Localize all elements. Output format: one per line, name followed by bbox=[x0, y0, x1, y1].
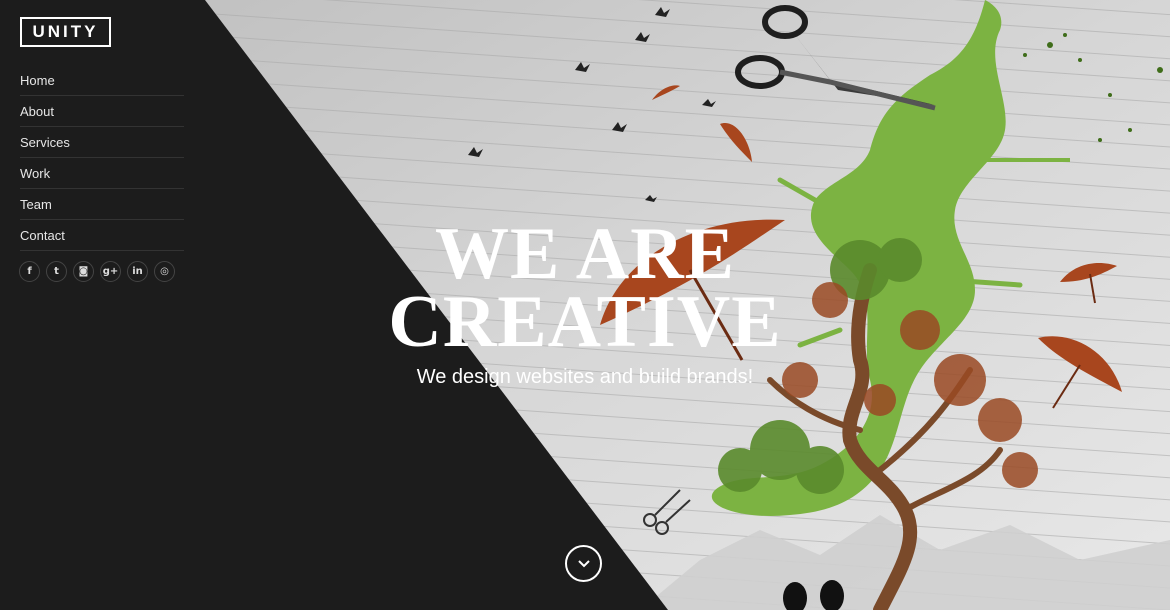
dribbble-icon[interactable]: ◎ bbox=[154, 261, 175, 282]
site-logo[interactable]: UNITY bbox=[20, 17, 111, 47]
nav-link-about[interactable]: About bbox=[20, 104, 54, 119]
hero-title: WE ARE CREATIVE bbox=[360, 213, 810, 363]
nav-link-work[interactable]: Work bbox=[20, 166, 50, 181]
hero-section: UNITY Home About Services Work Team Cont… bbox=[0, 0, 1170, 610]
chevron-down-icon bbox=[577, 559, 590, 567]
nav-link-services[interactable]: Services bbox=[20, 135, 70, 150]
nav-link-team[interactable]: Team bbox=[20, 197, 52, 212]
hero-title-line-1: WE ARE bbox=[434, 213, 735, 295]
nav-item-team[interactable]: Team bbox=[20, 189, 184, 220]
nav-item-services[interactable]: Services bbox=[20, 127, 184, 158]
scroll-down-button[interactable] bbox=[565, 545, 602, 582]
nav-link-contact[interactable]: Contact bbox=[20, 228, 65, 243]
hero-subtitle: We design websites and build brands! bbox=[416, 366, 754, 388]
google-plus-icon[interactable]: g+ bbox=[100, 261, 121, 282]
social-links: f t ◙ g+ in ◎ bbox=[19, 261, 175, 282]
nav-item-about[interactable]: About bbox=[20, 96, 184, 127]
instagram-icon[interactable]: ◙ bbox=[73, 261, 94, 282]
nav-item-contact[interactable]: Contact bbox=[20, 220, 184, 251]
nav-item-work[interactable]: Work bbox=[20, 158, 184, 189]
nav-item-home[interactable]: Home bbox=[20, 65, 184, 96]
linkedin-icon[interactable]: in bbox=[127, 261, 148, 282]
hero-title-line-2: CREATIVE bbox=[388, 281, 782, 363]
facebook-icon[interactable]: f bbox=[19, 261, 40, 282]
nav-link-home[interactable]: Home bbox=[20, 73, 55, 88]
twitter-icon[interactable]: t bbox=[46, 261, 67, 282]
main-nav: Home About Services Work Team Contact bbox=[20, 65, 184, 251]
